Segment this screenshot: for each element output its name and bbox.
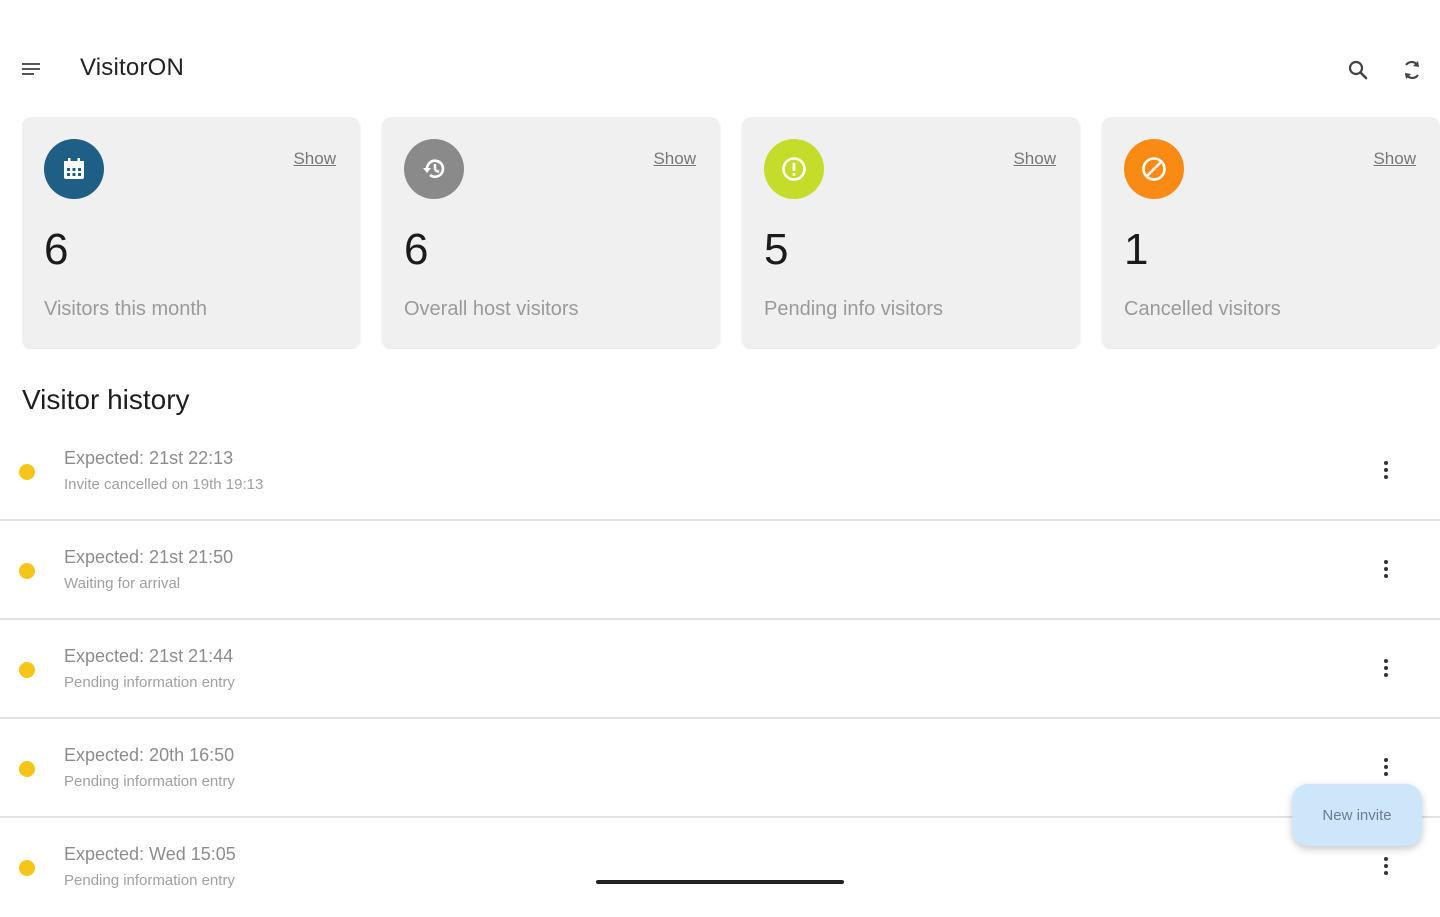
- app-bar: VisitorON: [0, 40, 1440, 100]
- list-item-title: Expected: 21st 21:44: [64, 646, 234, 666]
- menu-icon[interactable]: [18, 56, 46, 84]
- stats-cards: Show 6 Visitors this month Show 6 Overal…: [22, 117, 1440, 349]
- app-title: VisitorON: [80, 54, 185, 81]
- card-count: 5: [764, 225, 789, 274]
- card-cancelled-visitors[interactable]: Show 1 Cancelled visitors: [1102, 117, 1440, 348]
- status-dot: [19, 563, 35, 579]
- more-options-icon[interactable]: [1374, 458, 1398, 486]
- list-item-subtitle: Waiting for arrival: [64, 575, 181, 592]
- alert-icon: [764, 139, 824, 199]
- list-item-title: Expected: 20th 16:50: [64, 745, 235, 765]
- card-label: Overall host visitors: [404, 298, 579, 320]
- show-link[interactable]: Show: [653, 149, 696, 169]
- card-count: 6: [44, 225, 69, 274]
- status-dot: [19, 464, 35, 480]
- card-count: 6: [404, 225, 429, 274]
- more-options-icon[interactable]: [1374, 656, 1398, 684]
- list-item-subtitle: Pending information entry: [64, 872, 235, 889]
- card-label: Pending info visitors: [764, 298, 943, 320]
- card-label: Cancelled visitors: [1124, 298, 1281, 320]
- list-item-subtitle: Pending information entry: [64, 773, 235, 790]
- list-item[interactable]: Expected: 21st 21:50 Waiting for arrival: [0, 521, 1440, 620]
- show-link[interactable]: Show: [293, 149, 336, 169]
- cancel-icon: [1124, 139, 1184, 199]
- more-options-icon[interactable]: [1374, 854, 1398, 882]
- card-visitors-this-month[interactable]: Show 6 Visitors this month: [22, 117, 360, 348]
- list-item[interactable]: Expected: 21st 22:13 Invite cancelled on…: [0, 422, 1440, 521]
- more-options-icon[interactable]: [1374, 557, 1398, 585]
- new-invite-button[interactable]: New invite: [1292, 784, 1422, 846]
- card-pending-info-visitors[interactable]: Show 5 Pending info visitors: [742, 117, 1080, 348]
- list-item-title: Expected: Wed 15:05: [64, 844, 236, 864]
- visitor-history-title: Visitor history: [22, 384, 190, 415]
- status-dot: [19, 761, 35, 777]
- list-item[interactable]: Expected: Wed 15:05 Pending information …: [0, 818, 1440, 917]
- search-icon[interactable]: [1344, 56, 1372, 84]
- list-item-title: Expected: 21st 21:50: [64, 547, 234, 567]
- list-item[interactable]: Expected: 21st 21:44 Pending information…: [0, 620, 1440, 719]
- card-overall-host-visitors[interactable]: Show 6 Overall host visitors: [382, 117, 720, 348]
- show-link[interactable]: Show: [1373, 149, 1416, 169]
- home-indicator[interactable]: [596, 880, 844, 884]
- list-item-subtitle: Invite cancelled on 19th 19:13: [64, 476, 264, 493]
- more-options-icon[interactable]: [1374, 755, 1398, 783]
- history-icon: [404, 139, 464, 199]
- calendar-icon: [44, 139, 104, 199]
- show-link[interactable]: Show: [1013, 149, 1056, 169]
- list-item-title: Expected: 21st 22:13: [64, 448, 234, 468]
- card-label: Visitors this month: [44, 298, 208, 320]
- card-count: 1: [1124, 225, 1149, 274]
- list-item-subtitle: Pending information entry: [64, 674, 235, 691]
- status-dot: [19, 860, 35, 876]
- refresh-icon[interactable]: [1398, 56, 1426, 84]
- status-dot: [19, 662, 35, 678]
- list-item[interactable]: Expected: 20th 16:50 Pending information…: [0, 719, 1440, 818]
